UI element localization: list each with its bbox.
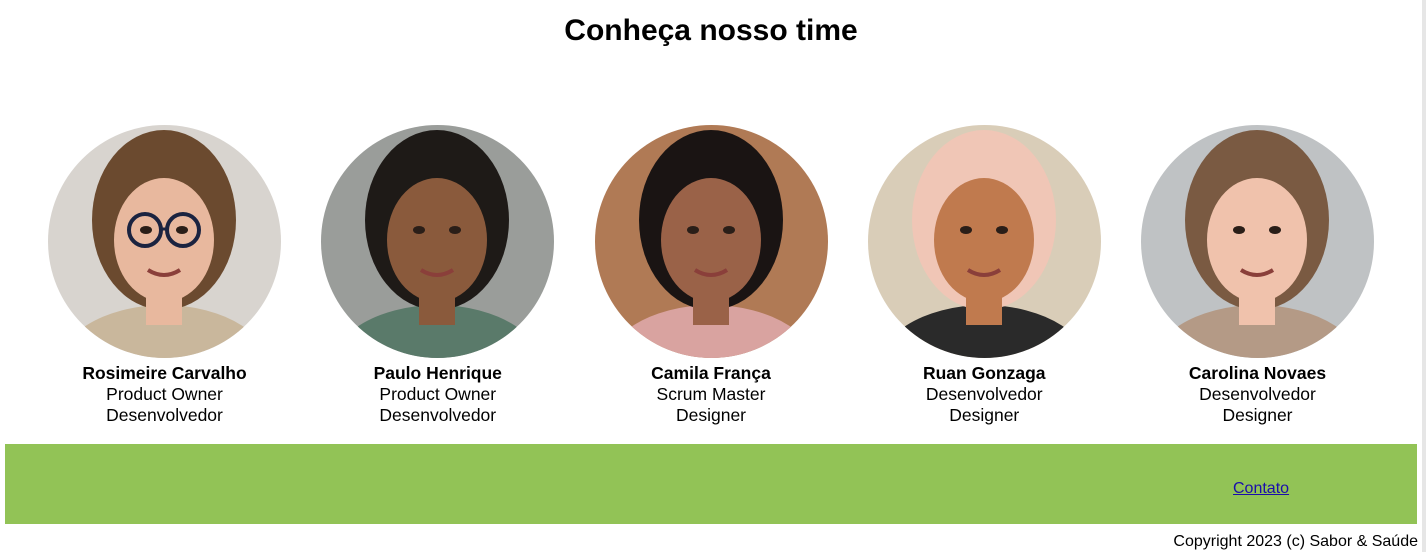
portrait-image xyxy=(48,125,281,358)
photo-eye-right xyxy=(176,226,188,234)
member-role: Desenvolvedor xyxy=(106,405,223,425)
team-member-card: Carolina Novaes Desenvolvedor Designer xyxy=(1121,125,1394,426)
member-name: Paulo Henrique xyxy=(373,363,502,383)
footer-bar: Contato xyxy=(5,444,1417,524)
member-role: Designer xyxy=(949,405,1020,425)
team-member-card: Camila França Scrum Master Designer xyxy=(575,125,848,426)
member-photo xyxy=(867,125,1101,358)
portrait-image xyxy=(594,125,828,358)
team-member-card: Paulo Henrique Product Owner Desenvolved… xyxy=(301,125,574,426)
team-member-card: Ruan Gonzaga Desenvolvedor Designer xyxy=(848,125,1121,426)
member-role: Desenvolvedor xyxy=(379,405,497,425)
page-title: Conheça nosso time xyxy=(564,14,858,47)
photo-eye-left xyxy=(140,226,152,234)
window-edge xyxy=(1422,0,1426,552)
member-role: Product Owner xyxy=(379,384,497,404)
member-role: Designer xyxy=(1222,405,1293,425)
member-photo xyxy=(321,125,555,358)
photo-face xyxy=(1207,178,1307,302)
photo-face xyxy=(933,178,1034,302)
photo-eye-left xyxy=(686,226,699,234)
team-grid: Rosimeire Carvalho Product Owner Desenvo… xyxy=(28,125,1394,426)
member-role: Desenvolvedor xyxy=(925,384,1043,404)
photo-eye-left xyxy=(413,226,426,234)
member-role: Product Owner xyxy=(106,384,223,404)
member-name: Ruan Gonzaga xyxy=(922,363,1046,383)
portrait-image xyxy=(867,125,1101,358)
copyright-text: Copyright 2023 (c) Sabor & Saúde xyxy=(1173,533,1418,550)
photo-eye-right xyxy=(722,226,735,234)
member-role: Designer xyxy=(675,405,747,425)
member-role: Desenvolvedor xyxy=(1199,384,1316,404)
member-name: Carolina Novaes xyxy=(1188,363,1327,383)
photo-face xyxy=(114,178,214,302)
photo-eye-left xyxy=(959,226,972,234)
member-role: Scrum Master xyxy=(656,384,766,404)
portrait-image xyxy=(1141,125,1374,358)
member-photo xyxy=(594,125,828,358)
photo-eye-right xyxy=(995,226,1008,234)
portrait-image xyxy=(321,125,555,358)
photo-eye-right xyxy=(1269,226,1281,234)
member-photo xyxy=(48,125,281,358)
member-name: Camila França xyxy=(651,363,771,383)
photo-face xyxy=(660,178,761,302)
photo-eye-right xyxy=(449,226,462,234)
member-name: Rosimeire Carvalho xyxy=(82,363,247,383)
contact-link[interactable]: Contato xyxy=(1233,480,1289,498)
photo-eye-left xyxy=(1233,226,1245,234)
member-photo xyxy=(1141,125,1374,358)
team-member-card: Rosimeire Carvalho Product Owner Desenvo… xyxy=(28,125,301,426)
photo-face xyxy=(387,178,488,302)
